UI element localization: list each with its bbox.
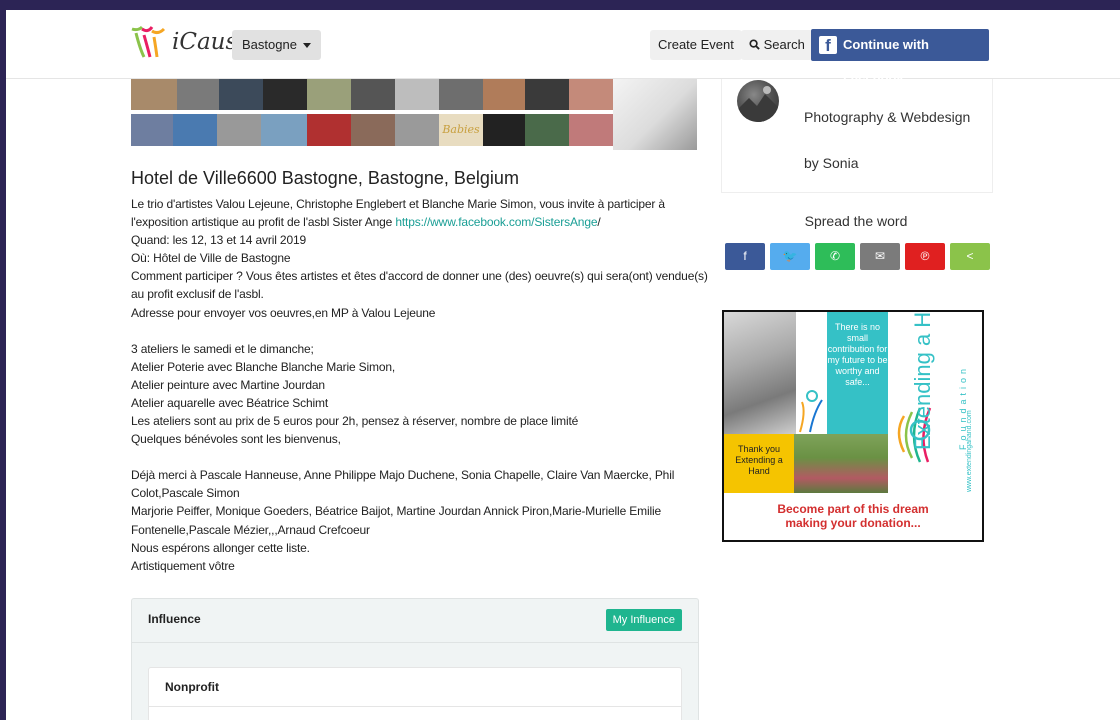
nonprofit-panel: Nonprofit <box>148 667 682 720</box>
page: iCause Bastogne Create Event Search f Co… <box>6 10 1120 720</box>
city-dropdown[interactable]: Bastogne <box>232 30 321 60</box>
logo-title: Extending a Hand <box>910 310 935 450</box>
description-line: Nous espérons allonger cette liste. <box>131 540 310 555</box>
organizer-name: Photography & Webdesign by Sonia <box>804 109 971 171</box>
description-line: Déjà merci à Pascale Hanneuse, Anne Phil… <box>131 468 675 483</box>
organizer-avatar <box>737 80 779 122</box>
facebook-page-link[interactable]: https://www.facebook.com/SistersAnge <box>395 215 597 229</box>
whatsapp-share-button[interactable]: ✆ <box>815 243 855 270</box>
people-logo-icon <box>131 25 166 58</box>
twitter-share-button[interactable]: 🐦 <box>770 243 810 270</box>
description-line: Le trio d'artistes Valou Lejeune, Christ… <box>131 197 665 211</box>
caret-down-icon <box>302 43 311 49</box>
ad-children-photo <box>794 434 888 493</box>
facebook-login-label: Continue with Facebook <box>843 37 929 84</box>
influence-card: Influence My Influence Nonprofit <box>131 598 699 720</box>
top-navbar: iCause Bastogne Create Event Search f Co… <box>6 10 1120 84</box>
influence-title: Influence <box>148 612 201 626</box>
logo-url: www.extendingahand.com <box>966 410 973 492</box>
description-line: l'exposition artistique au profit de l'a… <box>131 215 601 230</box>
email-share-button[interactable]: ✉ <box>860 243 900 270</box>
event-banner-image: Babies <box>131 78 697 150</box>
city-label: Bastogne <box>242 37 297 52</box>
facebook-icon: f <box>819 36 837 55</box>
search-icon <box>749 39 760 50</box>
event-location-title: Hotel de Ville6600 Bastogne, Bastogne, B… <box>131 168 519 188</box>
generic-share-button[interactable]: < <box>950 243 990 270</box>
description-line: au profit exclusif de l'asbl. <box>131 287 264 302</box>
description-line: Artistiquement vôtre <box>131 558 235 573</box>
description-line: Atelier peinture avec Martine Jourdan <box>131 377 325 392</box>
description-line: Atelier aquarelle avec Béatrice Schimt <box>131 395 329 410</box>
banner-tag: Babies <box>439 114 483 146</box>
facebook-login-button[interactable]: f Continue with Facebook <box>811 29 989 84</box>
donation-ad[interactable]: There is no small contribution for my fu… <box>722 310 984 542</box>
description-line: 3 ateliers le samedi et le dimanche; <box>131 341 314 356</box>
description-line: Fontenelle,Pascale Mézier,,,Arnaud Crefc… <box>131 522 370 537</box>
create-event-button[interactable]: Create Event <box>650 30 742 60</box>
divider <box>149 706 681 707</box>
description-line: Quelques bénévoles sont les bienvenus, <box>131 432 341 447</box>
nonprofit-title: Nonprofit <box>165 680 219 694</box>
mountain-photo-icon <box>737 86 779 122</box>
description-line: Où: Hôtel de Ville de Bastogne <box>131 251 291 266</box>
description-line: Colot,Pascale Simon <box>131 486 240 501</box>
description-line: Quand: les 12, 13 et 14 avril 2019 <box>131 233 307 248</box>
pinterest-share-button[interactable]: ℗ <box>905 243 945 270</box>
event-description: Le trio d'artistes Valou Lejeune, Christ… <box>131 195 708 575</box>
banner-photo <box>613 78 697 150</box>
share-title: Spread the word <box>804 213 908 229</box>
description-line: Les ateliers sont au prix de 5 euros pou… <box>131 414 579 429</box>
ad-call-to-action: Become part of this dream making your don… <box>724 493 982 540</box>
description-line: Comment participer ? Vous êtes artistes … <box>131 269 708 284</box>
ad-building-photo <box>724 312 796 434</box>
facebook-share-button[interactable]: f <box>725 243 765 270</box>
search-button[interactable]: Search <box>741 30 813 60</box>
doodle-icon <box>799 390 823 433</box>
description-line: Marjorie Peiffer, Monique Goeders, Béatr… <box>131 504 662 519</box>
description-line: Adresse pour envoyer vos oeuvres,en MP à… <box>131 305 436 320</box>
influence-card-header: Influence My Influence <box>132 599 698 643</box>
ad-thankyou-panel: Thank you Extending a Hand <box>724 434 794 493</box>
my-influence-button[interactable]: My Influence <box>605 609 682 631</box>
search-label: Search <box>763 37 805 52</box>
ad-message-panel: There is no small contribution for my fu… <box>827 312 888 434</box>
description-line: Atelier Poterie avec Blanche Blanche Mar… <box>131 359 396 374</box>
extending-hand-logo: Extending a Hand Foundation www.extendin… <box>890 312 982 493</box>
